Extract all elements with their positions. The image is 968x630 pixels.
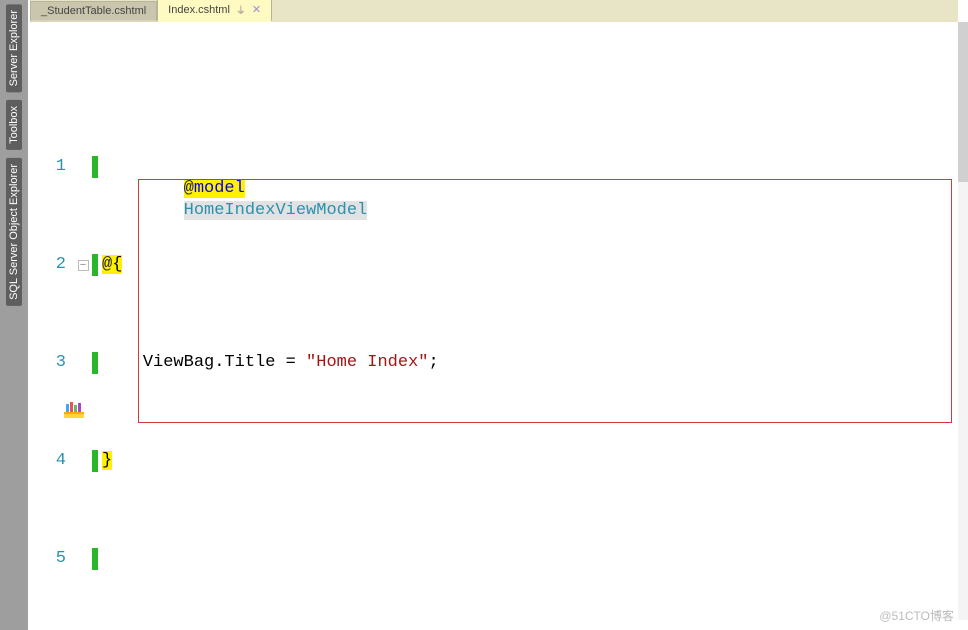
type-name: HomeIndexViewModel <box>184 201 368 220</box>
razor-at: @ <box>184 179 194 198</box>
sidebar-server-explorer[interactable]: Server Explorer <box>6 4 22 92</box>
line-number: 2 <box>30 254 74 276</box>
code-area[interactable]: 1 @model HomeIndexViewModel 2 − @{ 3 Vie… <box>30 23 958 620</box>
side-rail: Server Explorer Toolbox SQL Server Objec… <box>0 0 28 630</box>
sidebar-sql-object-explorer[interactable]: SQL Server Object Explorer <box>6 158 22 306</box>
watermark: @51CTO博客 <box>879 607 954 624</box>
code-editor[interactable]: 1 @model HomeIndexViewModel 2 − @{ 3 Vie… <box>30 23 958 620</box>
tab-label: Index.cshtml <box>168 4 230 16</box>
fold-margin[interactable] <box>74 156 92 178</box>
brace: { <box>112 255 122 274</box>
code-line[interactable]: 2 − @{ <box>30 254 958 276</box>
razor-at: @ <box>102 255 112 274</box>
tab-label: _StudentTable.cshtml <box>41 5 146 17</box>
tab-index-active[interactable]: Index.cshtml ⏚ ✕ <box>157 0 272 22</box>
line-number: 1 <box>30 156 74 178</box>
code-line[interactable]: 5 <box>30 548 958 570</box>
vertical-scrollbar[interactable] <box>958 22 968 620</box>
sidebar-toolbox[interactable]: Toolbox <box>6 100 22 150</box>
code-line[interactable]: 1 @model HomeIndexViewModel <box>30 156 958 178</box>
pin-icon[interactable]: ⏚ <box>236 2 246 17</box>
line-number: 4 <box>30 450 74 472</box>
scrollbar-thumb[interactable] <box>958 22 968 182</box>
fold-toggle[interactable]: − <box>78 260 89 271</box>
punct: ; <box>428 353 438 372</box>
string: "Home Index" <box>306 353 428 372</box>
code-line[interactable]: 4 } <box>30 450 958 472</box>
close-icon[interactable]: ✕ <box>252 3 261 16</box>
brace: } <box>102 451 112 470</box>
line-number: 3 <box>30 352 74 374</box>
tab-studenttable[interactable]: _StudentTable.cshtml <box>30 1 157 22</box>
code-line[interactable]: 3 ViewBag.Title = "Home Index"; <box>30 352 958 374</box>
keyword: model <box>194 179 245 198</box>
document-tabbar: _StudentTable.cshtml Index.cshtml ⏚ ✕ <box>30 0 958 22</box>
expression: ViewBag.Title = <box>143 353 306 372</box>
line-number: 5 <box>30 548 74 570</box>
